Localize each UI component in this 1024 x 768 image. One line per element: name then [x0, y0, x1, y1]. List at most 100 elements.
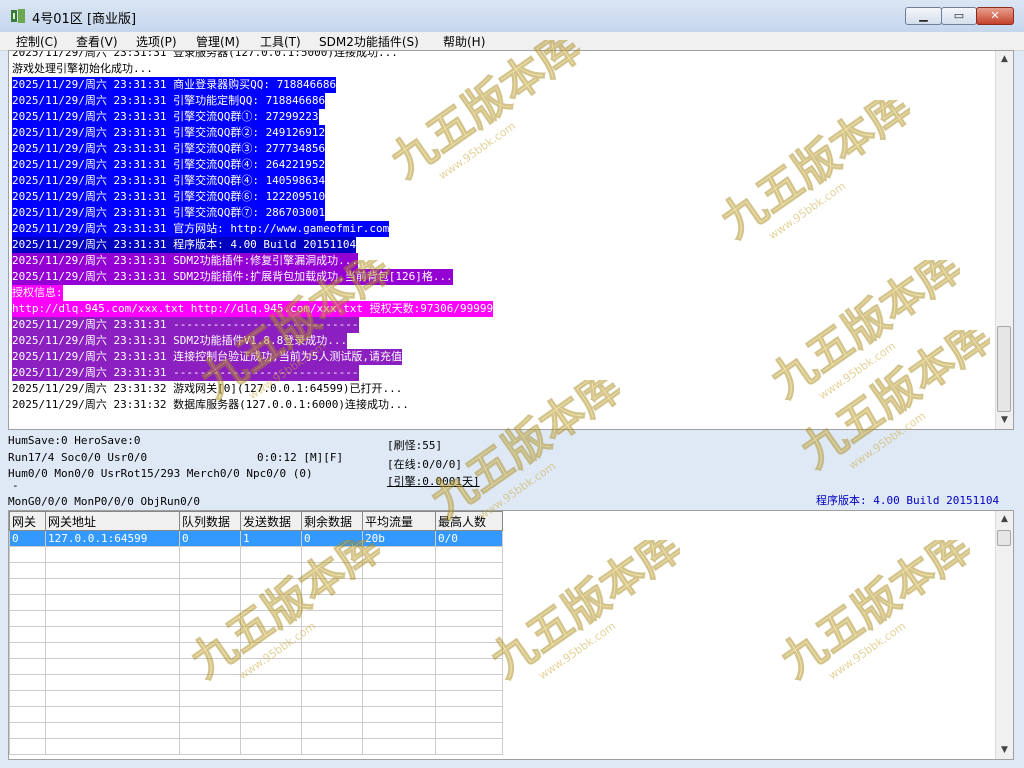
table-cell: [362, 626, 436, 643]
scroll-down-icon[interactable]: ▼: [996, 412, 1013, 429]
table-cell: [240, 738, 302, 755]
table-cell: [45, 690, 180, 707]
log-line: 2025/11/29/周六 23:31:31 登录服务器(127.0.0.1:5…: [12, 50, 398, 59]
table-cell: [240, 610, 302, 627]
table-cell: [45, 722, 180, 739]
log-line: 2025/11/29/周六 23:31:31 程序版本: 4.00 Build …: [12, 237, 357, 253]
log-line: 2025/11/29/周六 23:31:32 数据库服务器(127.0.0.1:…: [12, 398, 409, 411]
table-cell: [301, 546, 363, 563]
table-row[interactable]: [9, 690, 503, 707]
log-line: 2025/11/29/周六 23:31:31 引擎交流QQ群③: 2777348…: [12, 141, 326, 157]
table-cell: [362, 642, 436, 659]
column-header[interactable]: 平均流量: [362, 511, 436, 531]
table-cell: [9, 642, 46, 659]
table-row[interactable]: [9, 546, 503, 563]
table-cell: [45, 578, 180, 595]
grid-scrollbar[interactable]: ▲ ▼: [995, 511, 1013, 759]
status-version: 程序版本: 4.00 Build 20151104: [816, 494, 1000, 507]
menu-view[interactable]: 查看(V): [76, 33, 118, 50]
table-cell: [435, 562, 503, 579]
table-cell: [45, 594, 180, 611]
table-row[interactable]: [9, 642, 503, 659]
table-cell: [45, 562, 180, 579]
log-line: 2025/11/29/周六 23:31:31 引擎交流QQ群④: 1405986…: [12, 173, 326, 189]
table-cell: [179, 626, 241, 643]
title-bar: 4号01区 [商业版] ▁ ▭ ✕: [0, 0, 1024, 33]
log-pane[interactable]: 2025/11/29/周六 23:31:31 登录服务器(127.0.0.1:5…: [8, 50, 1014, 430]
table-cell: 0: [179, 530, 241, 547]
menu-bar: 控制(C) 查看(V) 选项(P) 管理(M) 工具(T) SDM2功能插件(S…: [0, 32, 1024, 51]
table-cell: [9, 546, 46, 563]
menu-sdm2-plugin[interactable]: SDM2功能插件(S): [319, 33, 419, 50]
table-cell: [45, 626, 180, 643]
table-cell: [179, 546, 241, 563]
close-button[interactable]: ✕: [976, 7, 1014, 25]
scroll-up-icon[interactable]: ▲: [996, 51, 1013, 68]
table-cell: [435, 658, 503, 675]
table-cell: [179, 674, 241, 691]
log-line: 2025/11/29/周六 23:31:31 引擎功能定制QQ: 7188466…: [12, 93, 326, 109]
log-line: 授权信息:: [12, 285, 63, 301]
log-line: 2025/11/29/周六 23:31:31 引擎交流QQ群⑦: 2867030…: [12, 205, 326, 221]
table-row[interactable]: [9, 674, 503, 691]
table-cell: [240, 578, 302, 595]
menu-options[interactable]: 选项(P): [136, 33, 177, 50]
table-row[interactable]: [9, 578, 503, 595]
table-cell: [179, 690, 241, 707]
table-row[interactable]: [9, 658, 503, 675]
menu-control[interactable]: 控制(C): [16, 33, 58, 50]
gateway-grid: 网关 网关地址 队列数据 发送数据 剩余数据 平均流量 最高人数 0 127.0…: [8, 510, 1014, 760]
table-cell: [240, 594, 302, 611]
maximize-button[interactable]: ▭: [941, 7, 977, 25]
table-cell: [435, 578, 503, 595]
status-save: HumSave:0 HeroSave:0: [8, 434, 141, 447]
log-line: 2025/11/29/周六 23:31:31 SDM2功能插件:扩展背包加载成功…: [12, 269, 453, 285]
status-dash: -: [12, 479, 19, 492]
table-cell: [9, 658, 46, 675]
scroll-thumb[interactable]: [997, 530, 1011, 546]
menu-tools[interactable]: 工具(T): [260, 33, 301, 50]
menu-manage[interactable]: 管理(M): [196, 33, 240, 50]
close-icon: ✕: [990, 9, 1000, 22]
table-row[interactable]: [9, 626, 503, 643]
table-cell: 20b: [362, 530, 436, 547]
table-row[interactable]: 0 127.0.0.1:64599 0 1 0 20b 0/0: [9, 530, 503, 547]
log-line: http://dlq.945.com/xxx.txt http://dlq.94…: [12, 301, 494, 317]
table-row[interactable]: [9, 722, 503, 739]
table-row[interactable]: [9, 594, 503, 611]
table-cell: [45, 738, 180, 755]
table-cell: [9, 674, 46, 691]
menu-help[interactable]: 帮助(H): [443, 33, 485, 50]
table-cell: [301, 562, 363, 579]
scroll-down-icon[interactable]: ▼: [996, 742, 1013, 759]
column-header[interactable]: 发送数据: [240, 511, 302, 531]
table-row[interactable]: [9, 738, 503, 755]
table-cell: [435, 722, 503, 739]
column-header[interactable]: 网关: [9, 511, 46, 531]
minimize-icon: ▁: [919, 9, 928, 22]
table-cell: [362, 674, 436, 691]
column-header[interactable]: 队列数据: [179, 511, 241, 531]
minimize-button[interactable]: ▁: [905, 7, 942, 25]
table-row[interactable]: [9, 562, 503, 579]
column-header[interactable]: 最高人数: [435, 511, 503, 531]
table-row[interactable]: [9, 706, 503, 723]
table-cell: [179, 594, 241, 611]
column-header[interactable]: 网关地址: [45, 511, 180, 531]
table-cell: [45, 610, 180, 627]
table-cell: [362, 722, 436, 739]
scroll-thumb[interactable]: [997, 326, 1011, 412]
table-cell: [45, 546, 180, 563]
log-line: 2025/11/29/周六 23:31:31 商业登录器购买QQ: 718846…: [12, 77, 337, 93]
column-header[interactable]: 剩余数据: [301, 511, 363, 531]
status-run: Run17/4 Soc0/0 Usr0/0: [8, 451, 148, 464]
table-cell: [362, 578, 436, 595]
table-cell: 0: [9, 530, 46, 547]
table-row[interactable]: [9, 610, 503, 627]
scroll-up-icon[interactable]: ▲: [996, 511, 1013, 528]
log-line: 2025/11/29/周六 23:31:31 引擎交流QQ群①: 2729922…: [12, 109, 319, 125]
table-cell: [362, 594, 436, 611]
table-cell: 0: [301, 530, 363, 547]
table-cell: [240, 658, 302, 675]
log-scrollbar[interactable]: ▲ ▼: [995, 51, 1013, 429]
